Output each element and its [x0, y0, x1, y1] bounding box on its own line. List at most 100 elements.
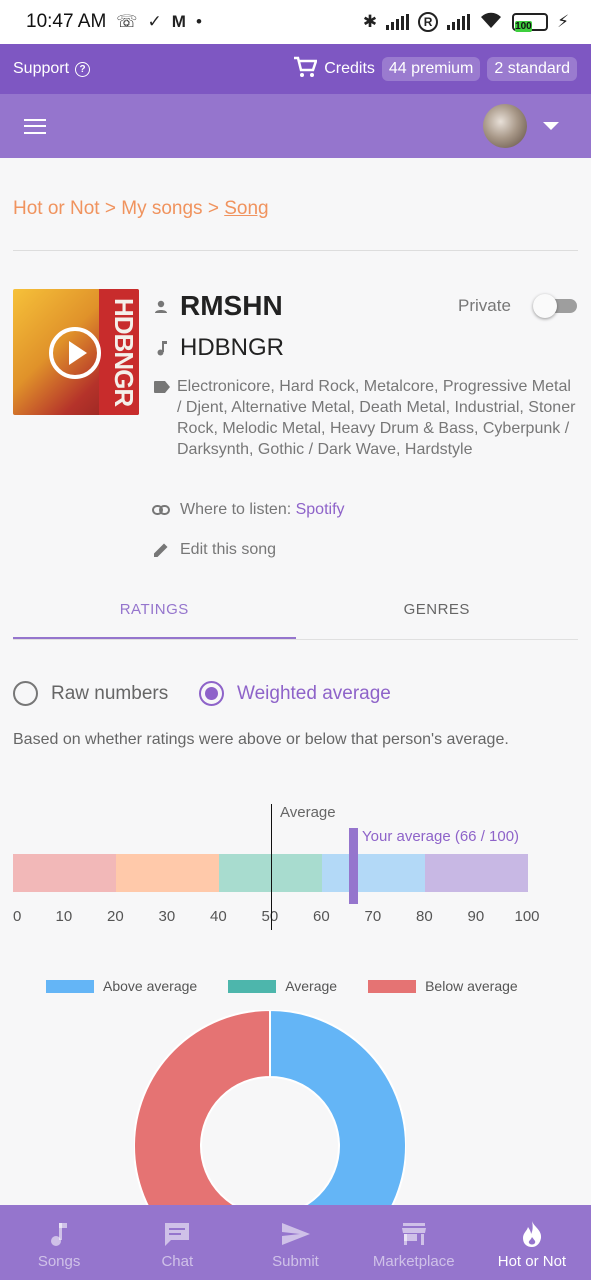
- nav-songs[interactable]: Songs: [0, 1205, 118, 1280]
- chart-legend: Above average Average Below average: [46, 978, 549, 994]
- premium-credits-chip[interactable]: 44 premium: [381, 57, 481, 81]
- nav-hot-or-not[interactable]: Hot or Not: [473, 1205, 591, 1280]
- song-title: HDBNGR: [180, 334, 285, 361]
- legend-label: Above average: [103, 978, 198, 994]
- legend-item-below[interactable]: Below average: [368, 978, 518, 994]
- bluetooth-icon: ✱: [362, 12, 378, 31]
- status-bar: 10:47 AM ☏ ✓ M • ✱ R 100 ⚡: [0, 0, 591, 44]
- tab-genres[interactable]: GENRES: [296, 582, 579, 639]
- nav-chat[interactable]: Chat: [118, 1205, 236, 1280]
- private-label: Private: [458, 296, 511, 315]
- breadcrumb-root[interactable]: Hot or Not: [13, 198, 100, 219]
- scale-tick-label: 20: [107, 908, 124, 925]
- tab-bar: RATINGS GENRES: [13, 582, 578, 640]
- your-average-marker: [348, 828, 358, 904]
- radio-button-selected[interactable]: [199, 681, 224, 706]
- signal-icon: [386, 14, 410, 30]
- nav-label: Submit: [272, 1253, 319, 1270]
- breadcrumb-my-songs[interactable]: My songs: [121, 198, 202, 219]
- your-average-label: Your average (66 / 100): [362, 828, 520, 845]
- cover-art-text: HDBNGR: [99, 289, 139, 415]
- status-time: 10:47 AM: [26, 11, 107, 32]
- music-note-icon: [44, 1219, 74, 1249]
- bottom-nav: Songs Chat Submit Marketplace Hot or Not: [0, 1205, 591, 1280]
- music-note-icon: [156, 340, 168, 361]
- breadcrumb-separator: >: [202, 198, 225, 219]
- support-link[interactable]: Support ?: [13, 60, 91, 78]
- where-to-listen: Where to listen: Spotify: [180, 501, 345, 519]
- scale-tick-label: 80: [416, 908, 433, 925]
- legend-item-above[interactable]: Above average: [46, 978, 197, 994]
- nav-label: Hot or Not: [497, 1253, 567, 1270]
- legend-swatch: [228, 979, 277, 993]
- legend-swatch: [368, 979, 417, 993]
- tab-ratings[interactable]: RATINGS: [13, 582, 296, 639]
- dot-icon: •: [195, 12, 202, 31]
- song-genres: Electronicore, Hard Rock, Metalcore, Pro…: [177, 378, 576, 458]
- scale-tick-label: 30: [158, 908, 176, 925]
- nav-label: Chat: [161, 1253, 194, 1270]
- average-label: Average: [280, 804, 336, 821]
- private-toggle[interactable]: [533, 294, 577, 318]
- top-bar: Support ? Credits 44 premium 2 standard: [0, 44, 591, 94]
- send-icon: [281, 1219, 311, 1249]
- wifi-icon: [479, 11, 503, 34]
- legend-label: Average: [285, 978, 338, 994]
- app-bar: [0, 94, 591, 158]
- credits-label: Credits: [324, 60, 375, 77]
- link-icon: [152, 503, 170, 521]
- average-marker: [270, 804, 272, 930]
- check-icon: ✓: [147, 12, 162, 31]
- song-artist: RMSHN: [180, 290, 283, 321]
- flame-icon: [517, 1219, 547, 1249]
- tag-icon: [154, 380, 170, 398]
- chevron-down-icon[interactable]: [543, 122, 559, 130]
- radio-button[interactable]: [13, 681, 38, 706]
- play-icon[interactable]: [49, 327, 101, 379]
- radio-raw-label: Raw numbers: [51, 682, 169, 704]
- menu-icon[interactable]: [24, 118, 46, 134]
- song-cover[interactable]: HDBNGR: [13, 289, 139, 415]
- ratings-description: Based on whether ratings were above or b…: [13, 731, 509, 748]
- m-app-icon: M: [171, 12, 186, 31]
- scale-tick-label: 10: [55, 908, 73, 925]
- rating-scale: Average Your average (66 / 100) 0 10 20 30 4…: [13, 800, 578, 940]
- scale-tick-label: 40: [210, 908, 227, 925]
- person-icon: [154, 300, 168, 319]
- nav-marketplace[interactable]: Marketplace: [355, 1205, 473, 1280]
- nav-label: Songs: [37, 1253, 81, 1270]
- support-label: Support: [13, 60, 70, 77]
- charging-icon: ⚡: [557, 12, 569, 31]
- divider: [13, 250, 578, 251]
- legend-label: Below average: [425, 978, 518, 994]
- help-icon: ?: [75, 61, 91, 77]
- pencil-icon: [152, 541, 170, 564]
- edit-song-link[interactable]: Edit this song: [180, 541, 276, 559]
- radio-raw-numbers[interactable]: Raw numbers: [13, 681, 168, 706]
- legend-item-average[interactable]: Average: [228, 978, 337, 994]
- signal-icon-2: [447, 14, 471, 30]
- breadcrumb: Hot or Not > My songs > Song: [13, 198, 269, 220]
- breadcrumb-separator: >: [99, 198, 122, 219]
- cart-icon[interactable]: [293, 56, 318, 83]
- store-icon: [399, 1219, 429, 1249]
- nav-submit[interactable]: Submit: [236, 1205, 354, 1280]
- scale-segment: [322, 854, 425, 892]
- scale-tick-label: 70: [364, 908, 382, 925]
- standard-credits-chip[interactable]: 2 standard: [487, 57, 577, 81]
- scale-segment: [13, 854, 116, 892]
- breadcrumb-current[interactable]: Song: [224, 198, 268, 219]
- where-label: Where to listen:: [180, 501, 296, 518]
- avatar[interactable]: [483, 104, 527, 148]
- scale-tick-label: 60: [313, 908, 330, 925]
- radio-weighted-label: Weighted average: [237, 682, 391, 704]
- battery-level: 100: [515, 21, 532, 32]
- legend-swatch: [46, 979, 94, 993]
- radio-weighted-average[interactable]: Weighted average: [199, 681, 391, 706]
- battery-icon: 100: [512, 13, 549, 32]
- chat-icon: [162, 1219, 192, 1249]
- nav-label: Marketplace: [372, 1253, 455, 1270]
- scale-segment: [116, 854, 219, 892]
- spotify-link[interactable]: Spotify: [296, 501, 345, 518]
- toggle-knob: [533, 294, 557, 318]
